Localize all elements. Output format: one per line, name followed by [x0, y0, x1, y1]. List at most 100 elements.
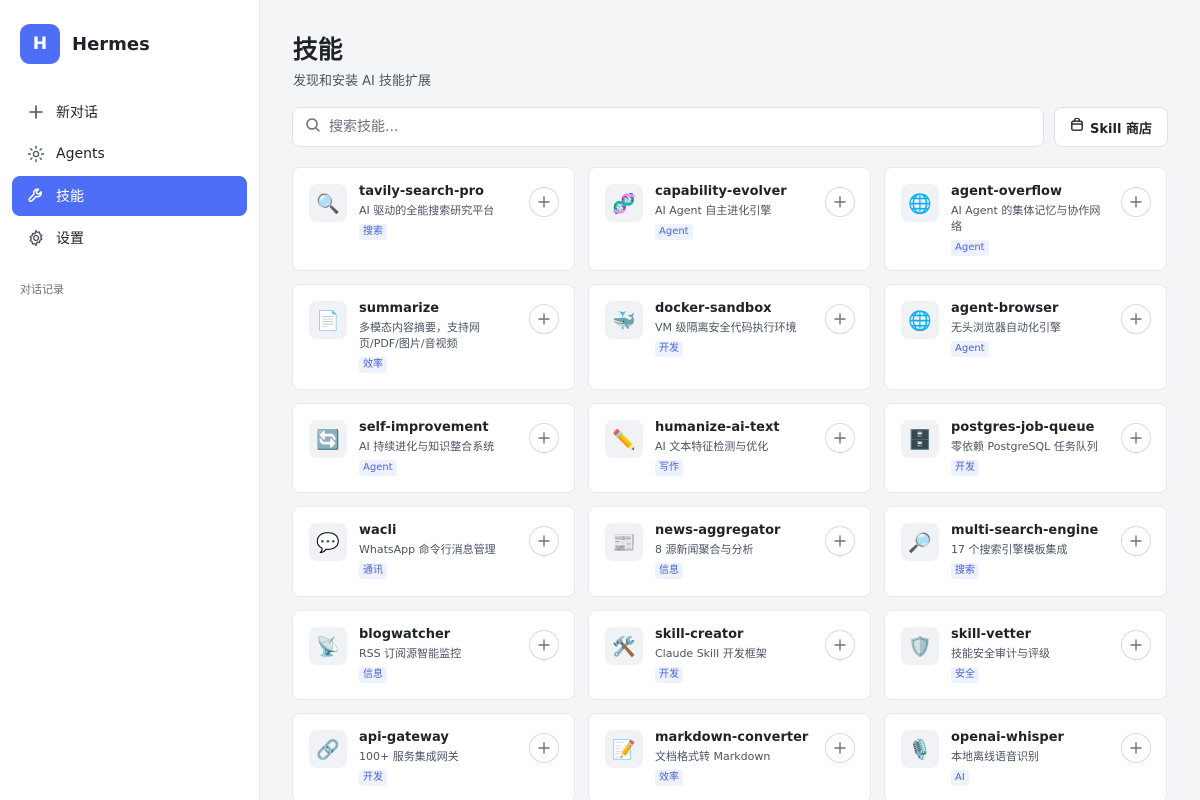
search-box[interactable]	[292, 107, 1044, 147]
skill-card[interactable]: 🌐 agent-browser 无头浏览器自动化引擎 Agent	[884, 284, 1167, 390]
add-skill-button[interactable]	[529, 733, 559, 763]
nav-item-settings[interactable]: 设置	[12, 218, 247, 258]
plus-icon	[1130, 535, 1142, 547]
skill-card[interactable]: 🛡️ skill-vetter 技能安全审计与评级 安全	[884, 610, 1167, 700]
skill-tag: 效率	[359, 357, 387, 373]
skill-card[interactable]: 🔗 api-gateway 100+ 服务集成网关 开发	[292, 713, 575, 800]
skill-description-text: 8 源新闻聚合与分析	[655, 543, 754, 556]
add-skill-button[interactable]	[529, 423, 559, 453]
plus-icon	[834, 742, 846, 754]
tools-icon: 🛠️	[605, 627, 643, 665]
add-skill-button[interactable]	[1121, 187, 1151, 217]
nav-item-label: 技能	[56, 189, 84, 205]
skill-card[interactable]: 🌐 agent-overflow AI Agent 的集体记忆与协作网络 Age…	[884, 167, 1167, 271]
skill-card[interactable]: 🔎 multi-search-engine 17 个搜索引擎模板集成 搜索	[884, 506, 1167, 597]
skill-description: AI Agent 的集体记忆与协作网络 Agent	[951, 203, 1101, 256]
skill-card[interactable]: 🐳 docker-sandbox VM 级隔离安全代码执行环境 开发	[588, 284, 871, 390]
plus-icon	[834, 196, 846, 208]
plus-icon	[1130, 313, 1142, 325]
memo-icon: 📝	[605, 730, 643, 768]
skill-name: postgres-job-queue	[951, 420, 1095, 435]
main-content: 技能 发现和安装 AI 技能扩展 Skill 商店 🔍 tavily-searc…	[260, 0, 1200, 800]
skill-name: docker-sandbox	[655, 301, 772, 316]
sidebar: H Hermes 新对话 Agents 技能 设置 对话记录	[0, 0, 260, 800]
skill-description: 多模态内容摘要，支持网页/PDF/图片/音视频 效率	[359, 320, 499, 373]
shield-icon: 🛡️	[901, 627, 939, 665]
skill-tag: 效率	[655, 770, 683, 786]
add-skill-button[interactable]	[825, 423, 855, 453]
skill-card[interactable]: 📡 blogwatcher RSS 订阅源智能监控 信息	[292, 610, 575, 700]
skill-description: AI 驱动的全能搜索研究平台 搜索	[359, 203, 509, 240]
skill-description: 无头浏览器自动化引擎 Agent	[951, 320, 1101, 357]
skill-name: skill-creator	[655, 627, 744, 642]
skill-description: AI Agent 自主进化引擎 Agent	[655, 203, 805, 240]
add-skill-button[interactable]	[1121, 304, 1151, 334]
add-skill-button[interactable]	[825, 630, 855, 660]
brand-name: Hermes	[72, 33, 150, 55]
add-skill-button[interactable]	[1121, 526, 1151, 556]
add-skill-button[interactable]	[529, 630, 559, 660]
nav-item-agents[interactable]: Agents	[12, 134, 247, 174]
add-skill-button[interactable]	[1121, 423, 1151, 453]
skill-tag: Agent	[951, 341, 989, 357]
skill-description-text: AI 文本特征检测与优化	[655, 440, 769, 453]
skill-tag: Agent	[951, 240, 989, 256]
page-title: 技能	[293, 35, 344, 64]
skill-description: RSS 订阅源智能监控 信息	[359, 646, 509, 683]
skill-store-button[interactable]: Skill 商店	[1054, 107, 1168, 147]
skill-description-text: 无头浏览器自动化引擎	[951, 321, 1061, 334]
add-skill-button[interactable]	[825, 526, 855, 556]
skill-name: wacli	[359, 523, 397, 538]
add-skill-button[interactable]	[529, 187, 559, 217]
skill-description-text: 100+ 服务集成网关	[359, 750, 459, 763]
skill-description-text: AI Agent 自主进化引擎	[655, 204, 772, 217]
gear-icon	[26, 228, 46, 248]
globe-icon: 🌐	[901, 184, 939, 222]
skill-card[interactable]: 🎙️ openai-whisper 本地离线语音识别 AI	[884, 713, 1167, 800]
skill-description: WhatsApp 命令行消息管理 通讯	[359, 542, 519, 579]
plus-icon	[834, 639, 846, 651]
skill-card[interactable]: 📝 markdown-converter 文档格式转 Markdown 效率	[588, 713, 871, 800]
nav-item-label: 新对话	[56, 105, 98, 121]
magnifier-icon: 🔎	[901, 523, 939, 561]
skill-card[interactable]: ✏️ humanize-ai-text AI 文本特征检测与优化 写作	[588, 403, 871, 493]
add-skill-button[interactable]	[1121, 733, 1151, 763]
add-skill-button[interactable]	[825, 187, 855, 217]
skill-description-text: WhatsApp 命令行消息管理	[359, 543, 496, 556]
skill-name: multi-search-engine	[951, 523, 1099, 538]
add-skill-button[interactable]	[1121, 630, 1151, 660]
skill-name: summarize	[359, 301, 440, 316]
skill-name: capability-evolver	[655, 184, 787, 199]
add-skill-button[interactable]	[529, 526, 559, 556]
skill-card[interactable]: 🧬 capability-evolver AI Agent 自主进化引擎 Age…	[588, 167, 871, 271]
skill-card[interactable]: 🔍 tavily-search-pro AI 驱动的全能搜索研究平台 搜索	[292, 167, 575, 271]
skill-tag: 开发	[655, 341, 683, 357]
skill-card[interactable]: 🔄 self-improvement AI 持续进化与知识整合系统 Agent	[292, 403, 575, 493]
skill-card[interactable]: 💬 wacli WhatsApp 命令行消息管理 通讯	[292, 506, 575, 597]
plus-icon	[834, 535, 846, 547]
add-skill-button[interactable]	[529, 304, 559, 334]
skill-card[interactable]: 🛠️ skill-creator Claude Skill 开发框架 开发	[588, 610, 871, 700]
add-skill-button[interactable]	[825, 733, 855, 763]
skill-description-text: AI Agent 的集体记忆与协作网络	[951, 204, 1101, 233]
plus-icon	[538, 742, 550, 754]
skill-description-text: 零依赖 PostgreSQL 任务队列	[951, 440, 1098, 453]
chat-bubble-icon: 💬	[309, 523, 347, 561]
nav-item-new-chat[interactable]: 新对话	[12, 92, 247, 132]
nav-item-skills[interactable]: 技能	[12, 176, 247, 216]
link-icon: 🔗	[309, 730, 347, 768]
search-input[interactable]	[329, 119, 1009, 135]
add-skill-button[interactable]	[825, 304, 855, 334]
brand[interactable]: H Hermes	[20, 24, 150, 64]
skill-name: news-aggregator	[655, 523, 781, 538]
skill-tag: 信息	[359, 667, 387, 683]
skill-card[interactable]: 📰 news-aggregator 8 源新闻聚合与分析 信息	[588, 506, 871, 597]
skill-name: agent-overflow	[951, 184, 1062, 199]
skill-store-label: Skill 商店	[1090, 121, 1152, 137]
skill-card[interactable]: 🗄️ postgres-job-queue 零依赖 PostgreSQL 任务队…	[884, 403, 1167, 493]
skill-description-text: Claude Skill 开发框架	[655, 647, 767, 660]
skill-tag: 开发	[951, 460, 979, 476]
skill-card[interactable]: 📄 summarize 多模态内容摘要，支持网页/PDF/图片/音视频 效率	[292, 284, 575, 390]
skill-description: AI 文本特征检测与优化 写作	[655, 439, 805, 476]
skill-description-text: 17 个搜索引擎模板集成	[951, 543, 1068, 556]
